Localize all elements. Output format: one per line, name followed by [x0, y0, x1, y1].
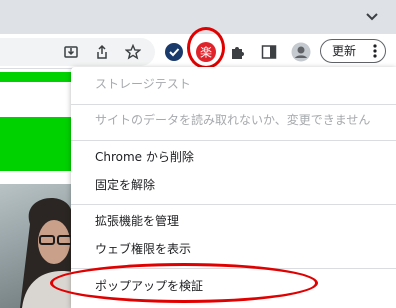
menu-item-site-access: サイトのデータを読み取れないか、変更できません: [95, 113, 371, 127]
menu-item-manage-extensions[interactable]: 拡張機能を管理: [71, 207, 396, 235]
bookmark-star-icon[interactable]: [121, 40, 145, 64]
menu-separator: [71, 140, 396, 141]
highlight-ellipse-annotation: [50, 263, 318, 303]
update-button[interactable]: 更新: [320, 39, 386, 63]
tab-search-chevron-icon[interactable]: [362, 7, 382, 27]
puzzle-extensions-icon[interactable]: [226, 40, 250, 64]
menu-item-storage-test-header: ストレージテスト: [95, 77, 191, 91]
profile-avatar-icon[interactable]: [289, 40, 313, 64]
share-icon[interactable]: [90, 40, 114, 64]
green-banner-strip: [0, 72, 72, 82]
side-panel-icon[interactable]: [257, 40, 281, 64]
menu-separator: [71, 104, 396, 105]
menu-separator: [71, 204, 396, 205]
more-menu-icon[interactable]: [373, 44, 377, 58]
green-banner-block: [0, 117, 72, 171]
menu-item-view-web-permissions[interactable]: ウェブ権限を表示: [71, 235, 396, 263]
highlight-circle-annotation: [187, 27, 225, 69]
menu-item-unpin[interactable]: 固定を解除: [71, 171, 396, 199]
shield-extension-icon[interactable]: [162, 40, 186, 64]
install-icon[interactable]: [59, 40, 83, 64]
update-button-label: 更新: [332, 44, 357, 58]
menu-item-remove-from-chrome[interactable]: Chrome から削除: [71, 143, 396, 171]
